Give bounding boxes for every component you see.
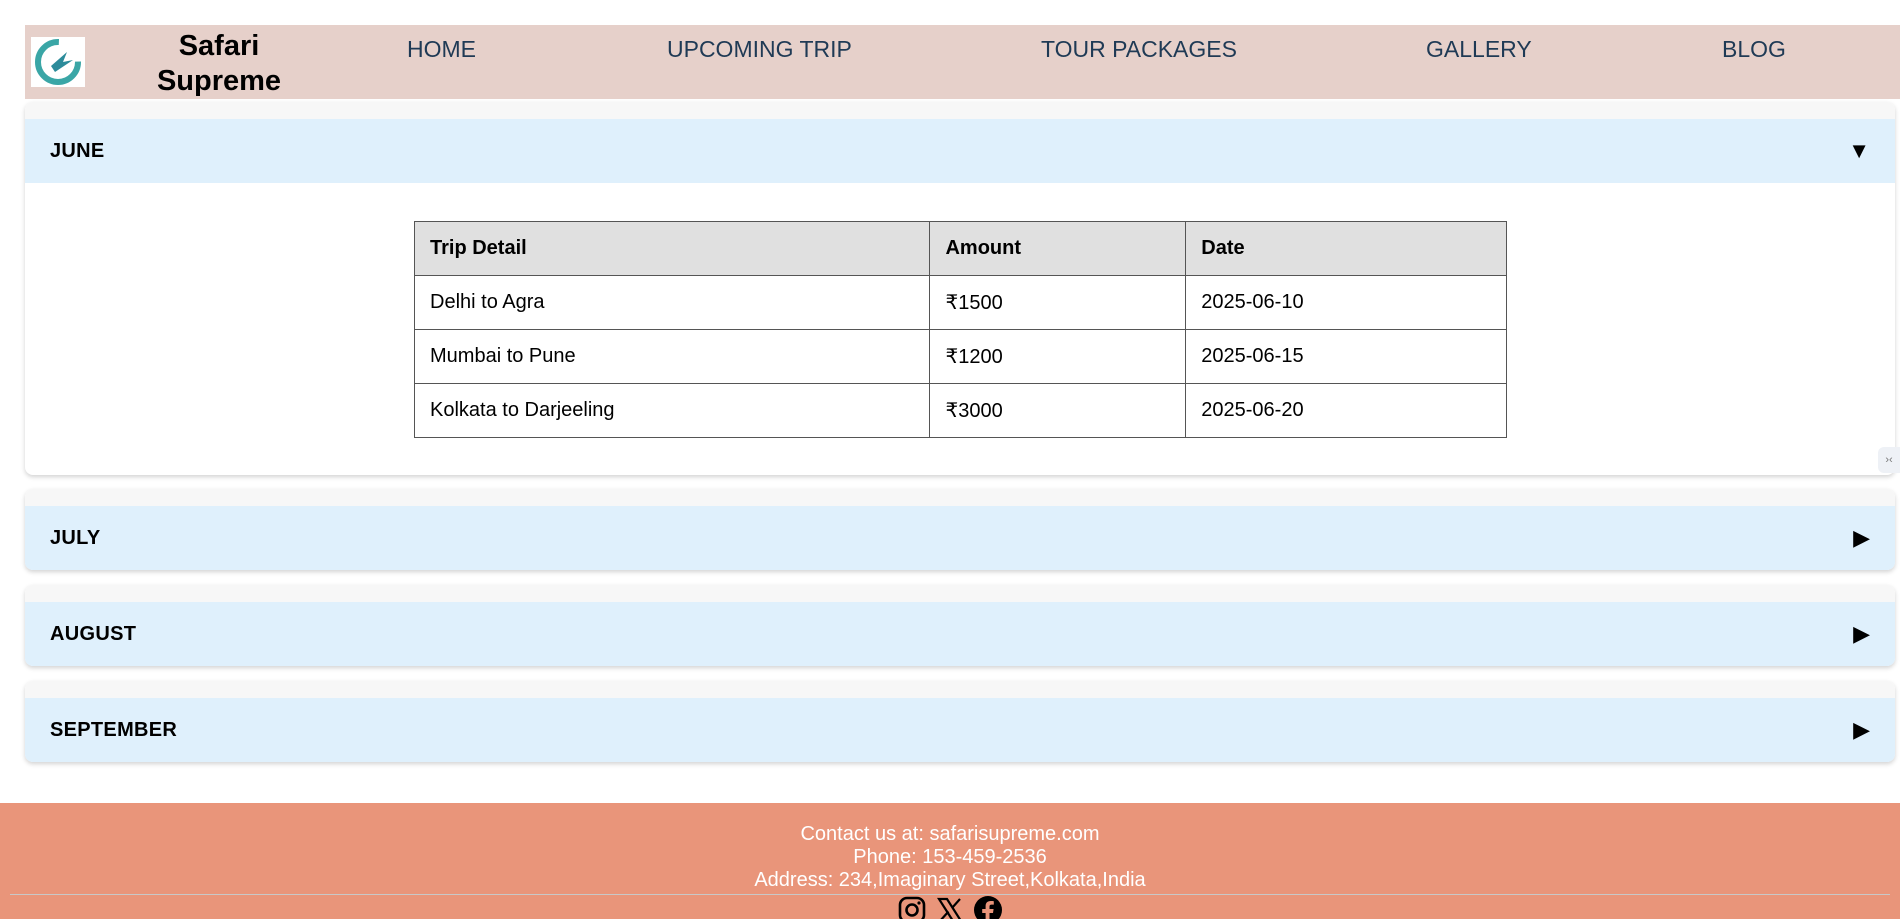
footer-address: Address: 234,Imaginary Street,Kolkata,In… bbox=[754, 869, 1146, 891]
chevron-right-icon: ▶ bbox=[1853, 525, 1870, 550]
table-header: Trip Detail bbox=[413, 221, 931, 276]
x-twitter-icon[interactable] bbox=[935, 895, 965, 919]
brand-name: Safari Supreme bbox=[125, 29, 313, 99]
table-row: Mumbai to Pune ₹1200 2025-06-15 bbox=[413, 329, 1507, 384]
instagram-icon[interactable] bbox=[897, 895, 927, 919]
footer-phone: Phone: 153-459-2536 bbox=[853, 846, 1047, 868]
facebook-icon[interactable] bbox=[973, 895, 1003, 919]
side-panel-tab[interactable]: ›‹ bbox=[1878, 447, 1900, 473]
month-title: AUGUST bbox=[50, 622, 137, 645]
month-title: JUNE bbox=[50, 139, 105, 162]
site-footer: Contact us at: safarisupreme.com Phone: … bbox=[0, 803, 1900, 919]
accordion-july: JULY ▶ bbox=[25, 489, 1895, 570]
nav-tour-packages[interactable]: TOUR PACKAGES bbox=[1041, 36, 1237, 63]
accordion-header-august[interactable]: AUGUST ▶ bbox=[25, 602, 1895, 666]
table-cell: ₹1200 bbox=[929, 329, 1187, 384]
accordion-body-june: Trip Detail Amount Date Delhi to Agra ₹1… bbox=[25, 183, 1895, 475]
table-header: Date bbox=[1185, 221, 1507, 276]
chevron-down-icon: ▼ bbox=[1848, 138, 1870, 163]
table-cell: ₹1500 bbox=[929, 275, 1187, 330]
footer-contact: Contact us at: safarisupreme.com bbox=[800, 823, 1100, 845]
table-header-row: Trip Detail Amount Date bbox=[413, 221, 1507, 276]
table-cell: Delhi to Agra bbox=[413, 275, 931, 330]
table-cell: ₹3000 bbox=[929, 383, 1187, 438]
month-title: JULY bbox=[50, 526, 101, 549]
table-row: Kolkata to Darjeeling ₹3000 2025-06-20 bbox=[413, 383, 1507, 438]
accordion-header-september[interactable]: SEPTEMBER ▶ bbox=[25, 698, 1895, 762]
table-cell: Mumbai to Pune bbox=[413, 329, 931, 384]
logo-icon bbox=[35, 39, 81, 85]
brand-line-1: Safari bbox=[178, 30, 260, 62]
nav-home[interactable]: HOME bbox=[407, 36, 476, 63]
chevron-right-icon: ▶ bbox=[1853, 621, 1870, 646]
site-header: Safari Supreme HOME UPCOMING TRIP TOUR P… bbox=[25, 25, 1900, 99]
accordion-header-june[interactable]: JUNE ▼ bbox=[25, 119, 1895, 183]
chevron-right-icon: ▶ bbox=[1853, 717, 1870, 742]
nav-gallery[interactable]: GALLERY bbox=[1426, 36, 1532, 63]
nav-upcoming-trip[interactable]: UPCOMING TRIP bbox=[667, 36, 852, 63]
social-links bbox=[0, 895, 1900, 919]
table-cell: Kolkata to Darjeeling bbox=[413, 383, 931, 438]
nav-blog[interactable]: BLOG bbox=[1722, 36, 1786, 63]
table-cell: 2025-06-15 bbox=[1185, 329, 1507, 384]
accordion-august: AUGUST ▶ bbox=[25, 585, 1895, 666]
table-header: Amount bbox=[929, 221, 1187, 276]
table-cell: 2025-06-20 bbox=[1185, 383, 1507, 438]
table-row: Delhi to Agra ₹1500 2025-06-10 bbox=[413, 275, 1507, 330]
brand-line-2: Supreme bbox=[156, 65, 282, 97]
accordion-june: JUNE ▼ Trip Detail Amount Date Delhi to … bbox=[25, 102, 1895, 475]
table-cell: 2025-06-10 bbox=[1185, 275, 1507, 330]
accordion-september: SEPTEMBER ▶ bbox=[25, 681, 1895, 762]
month-title: SEPTEMBER bbox=[50, 718, 178, 741]
accordion-header-july[interactable]: JULY ▶ bbox=[25, 506, 1895, 570]
trips-table: Trip Detail Amount Date Delhi to Agra ₹1… bbox=[413, 221, 1507, 438]
logo[interactable] bbox=[31, 37, 85, 87]
